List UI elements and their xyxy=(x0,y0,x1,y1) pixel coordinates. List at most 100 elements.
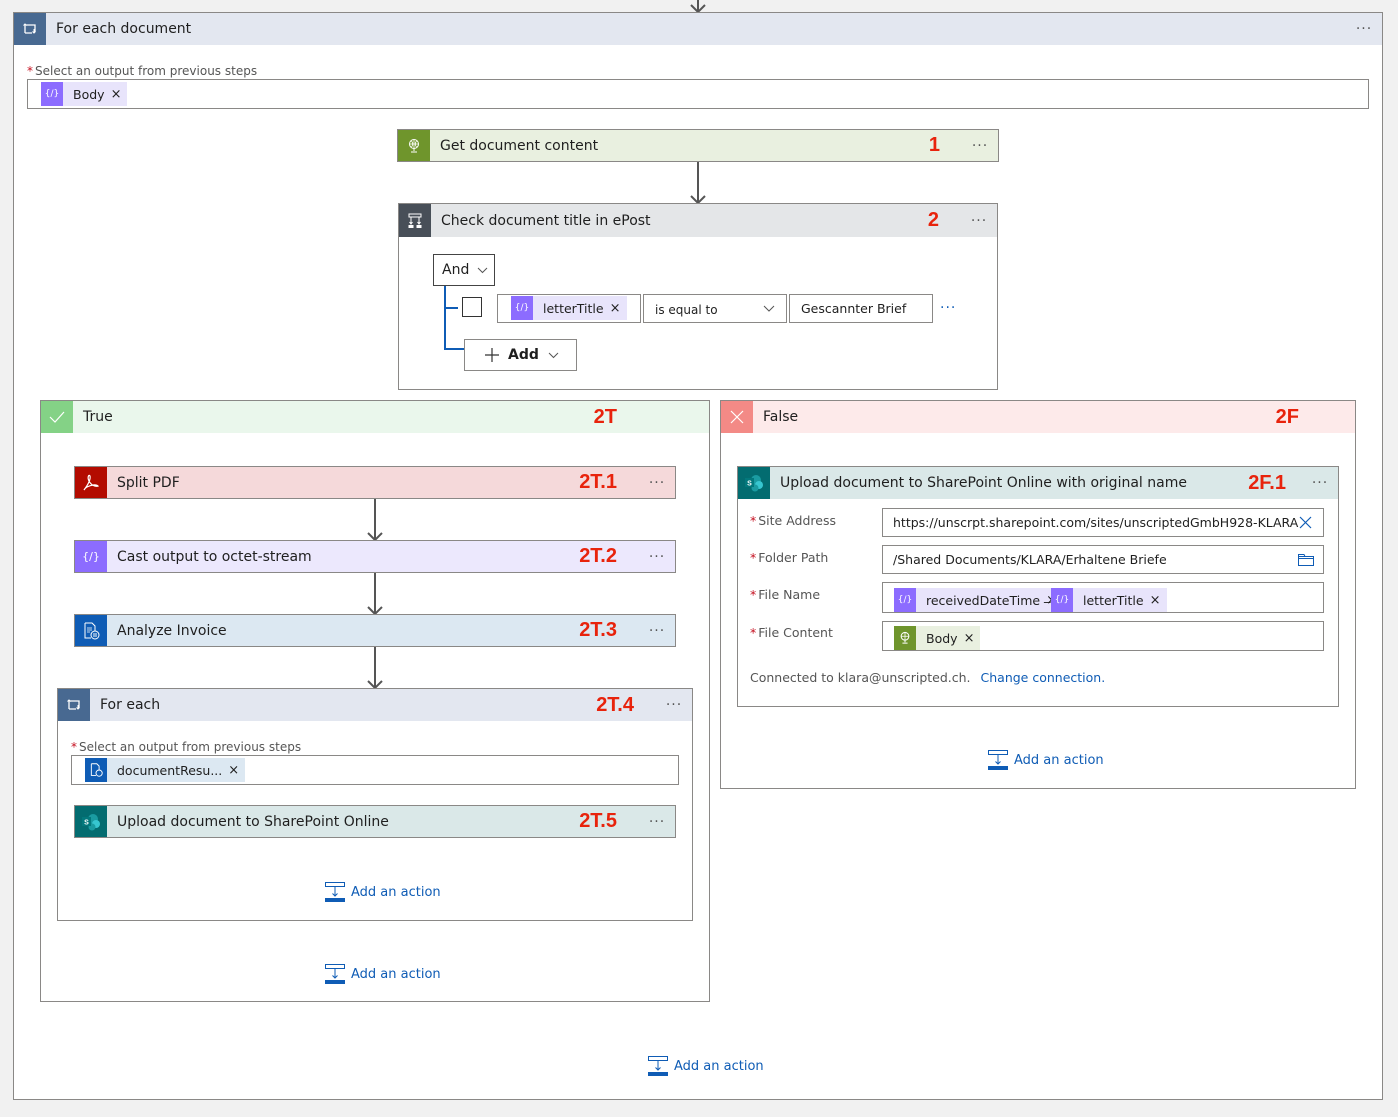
condition-header[interactable]: Check document title in ePost 2 ··· xyxy=(399,204,997,237)
svg-text:S: S xyxy=(84,819,89,826)
add-action-button[interactable]: Add an action xyxy=(988,750,1104,770)
more-options-button[interactable]: ··· xyxy=(1302,475,1338,491)
get-document-content-card[interactable]: Get document content 1 ··· xyxy=(397,129,999,162)
card-title: Upload document to SharePoint Online wit… xyxy=(780,475,1187,491)
body-token[interactable]: Body × xyxy=(894,626,981,650)
change-connection-link[interactable]: Change connection. xyxy=(981,670,1106,685)
select-output-input[interactable]: documentResu... × xyxy=(71,755,679,785)
more-options-button[interactable]: ··· xyxy=(961,213,997,229)
add-action-button[interactable]: Add an action xyxy=(325,964,441,984)
connector-arrow xyxy=(367,647,383,689)
connector-arrow xyxy=(367,499,383,541)
letter-title-token[interactable]: {∕} letterTitle × xyxy=(1051,588,1167,612)
upload-original-name-header[interactable]: S Upload document to SharePoint Online w… xyxy=(738,467,1338,499)
step-number-annotation: 2T.3 xyxy=(579,619,617,641)
condition-left-operand[interactable]: {∕} letterTitle × xyxy=(497,294,641,323)
connector-arrow xyxy=(690,162,706,204)
row-more-options-button[interactable]: ··· xyxy=(940,300,956,316)
more-options-button[interactable]: ··· xyxy=(1346,21,1382,37)
remove-token-icon[interactable]: × xyxy=(228,763,245,778)
chevron-down-icon xyxy=(548,352,559,358)
form-recognizer-icon xyxy=(75,615,107,646)
step-number-annotation: 2T.5 xyxy=(579,810,617,832)
condition-value-input[interactable]: Gescannter Brief xyxy=(789,294,933,323)
more-options-button[interactable]: ··· xyxy=(639,475,675,491)
variable-icon: {∕} xyxy=(511,296,533,320)
connection-info: Connected to klara@unscripted.ch. Change… xyxy=(750,670,1106,685)
step-number-annotation: 2T xyxy=(593,405,617,428)
file-name-input[interactable]: {∕} receivedDateTime × _ {∕} letterTitle… xyxy=(882,582,1324,613)
step-number-annotation: 2T.1 xyxy=(579,471,617,493)
select-output-label: * Select an output from previous steps xyxy=(27,64,258,78)
card-title: Check document title in ePost xyxy=(441,212,651,229)
remove-token-icon[interactable]: × xyxy=(111,87,128,102)
globe-http-icon xyxy=(398,130,430,161)
inner-foreach-header[interactable]: For each 2T.4 ··· xyxy=(58,689,692,721)
chevron-down-icon xyxy=(477,267,488,273)
sharepoint-icon: S xyxy=(75,806,107,837)
select-output-input[interactable]: {∕} Body × xyxy=(27,79,1369,109)
add-action-button[interactable]: Add an action xyxy=(325,882,441,902)
upload-sharepoint-card[interactable]: S Upload document to SharePoint Online 2… xyxy=(74,805,676,838)
more-options-button[interactable]: ··· xyxy=(639,623,675,639)
card-title: For each xyxy=(100,697,161,713)
variable-icon: {∕} xyxy=(894,588,916,612)
body-token[interactable]: {∕} Body × xyxy=(41,82,128,106)
folder-path-input[interactable]: /Shared Documents/KLARA/Erhaltene Briefe xyxy=(882,545,1324,574)
site-address-label: * Site Address xyxy=(750,513,837,528)
loop-icon xyxy=(14,13,46,45)
true-branch-header[interactable]: True 2T xyxy=(41,401,709,433)
plus-icon xyxy=(485,348,499,362)
add-action-icon xyxy=(325,882,345,902)
branch-title: False xyxy=(763,409,799,425)
variable-icon: {∕} xyxy=(41,82,63,106)
clear-icon[interactable] xyxy=(1299,516,1312,529)
folder-picker-icon[interactable] xyxy=(1298,553,1314,566)
remove-token-icon[interactable]: × xyxy=(1150,593,1167,608)
select-output-label: * Select an output from previous steps xyxy=(71,740,302,754)
remove-token-icon[interactable]: × xyxy=(610,301,627,316)
variable-icon: {∕} xyxy=(75,541,107,572)
card-title: Get document content xyxy=(440,137,599,154)
step-number-annotation: 2T.2 xyxy=(579,545,617,567)
file-content-input[interactable]: Body × xyxy=(882,621,1324,651)
foreach-document-header[interactable]: For each document ··· xyxy=(14,13,1382,45)
more-options-button[interactable]: ··· xyxy=(639,814,675,830)
received-datetime-token[interactable]: {∕} receivedDateTime × xyxy=(894,588,1063,612)
add-action-icon xyxy=(988,750,1008,770)
group-operator-dropdown[interactable]: And xyxy=(433,254,495,286)
condition-operator-dropdown[interactable]: is equal to xyxy=(643,294,787,323)
step-number-annotation: 2F.1 xyxy=(1248,471,1286,494)
file-name-separator: _ xyxy=(1044,589,1051,604)
document-results-token[interactable]: documentResu... × xyxy=(85,758,246,782)
add-action-button[interactable]: Add an action xyxy=(648,1056,764,1076)
step-number-annotation: 2F xyxy=(1275,405,1299,428)
check-icon xyxy=(41,401,73,433)
cast-output-card[interactable]: {∕} Cast output to octet-stream 2T.2 ··· xyxy=(74,540,676,573)
analyze-invoice-card[interactable]: Analyze Invoice 2T.3 ··· xyxy=(74,614,676,647)
false-branch-header[interactable]: False 2F xyxy=(721,401,1355,433)
more-options-button[interactable]: ··· xyxy=(656,697,692,713)
sharepoint-icon: S xyxy=(738,467,770,499)
close-icon xyxy=(721,401,753,433)
site-address-input[interactable]: https://unscrpt.sharepoint.com/sites/uns… xyxy=(882,508,1324,537)
condition-icon xyxy=(399,204,431,237)
globe-http-icon xyxy=(894,626,916,650)
svg-text:S: S xyxy=(747,481,752,488)
split-pdf-card[interactable]: Split PDF 2T.1 ··· xyxy=(74,466,676,499)
remove-token-icon[interactable]: × xyxy=(964,631,981,646)
more-options-button[interactable]: ··· xyxy=(639,549,675,565)
row-select-checkbox[interactable] xyxy=(462,297,482,317)
form-recognizer-icon xyxy=(85,758,107,782)
pdf-icon xyxy=(75,467,107,498)
step-number-annotation: 1 xyxy=(928,134,940,156)
card-title: Analyze Invoice xyxy=(117,622,227,639)
add-condition-button[interactable]: Add xyxy=(464,339,577,371)
condition-tree-line xyxy=(444,307,458,309)
letter-title-token[interactable]: {∕} letterTitle × xyxy=(511,296,627,320)
card-title: Cast output to octet-stream xyxy=(117,548,312,565)
step-number-annotation: 2 xyxy=(927,209,939,231)
step-number-annotation: 2T.4 xyxy=(596,693,634,716)
more-options-button[interactable]: ··· xyxy=(962,138,998,154)
add-action-icon xyxy=(648,1056,668,1076)
